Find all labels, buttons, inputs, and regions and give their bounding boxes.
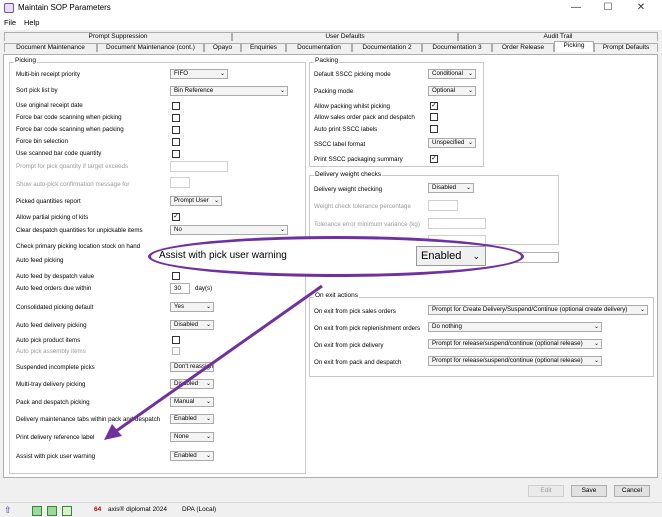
tab-picking[interactable]: Picking xyxy=(554,41,594,52)
callout-arrow xyxy=(104,284,323,440)
